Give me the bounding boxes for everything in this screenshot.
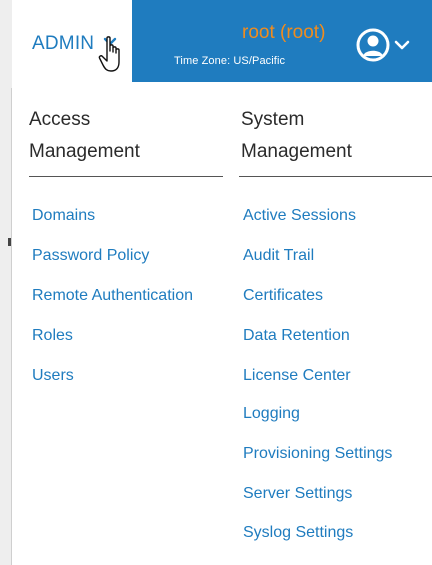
menu-item-data-retention[interactable]: Data Retention <box>243 326 350 346</box>
left-edge-marker <box>8 238 11 246</box>
access-heading-line1: Access <box>29 109 91 130</box>
access-management-heading: Access Management <box>29 104 140 168</box>
menu-item-domains[interactable]: Domains <box>32 206 95 226</box>
hand-cursor-icon <box>98 36 120 72</box>
menu-item-server-settings[interactable]: Server Settings <box>243 484 352 504</box>
user-name[interactable]: root (root) <box>242 22 325 44</box>
access-heading-rule <box>29 176 223 177</box>
menu-item-logging[interactable]: Logging <box>243 404 300 424</box>
admin-menu-label[interactable]: ADMIN <box>32 33 94 55</box>
menu-item-syslog-settings[interactable]: Syslog Settings <box>243 523 353 543</box>
menu-item-audit-trail[interactable]: Audit Trail <box>243 246 314 266</box>
menu-item-certificates[interactable]: Certificates <box>243 286 323 306</box>
system-heading-rule <box>239 176 432 177</box>
user-avatar-icon[interactable] <box>356 28 390 62</box>
menu-item-license-center[interactable]: License Center <box>243 366 351 386</box>
system-heading-line2: Management <box>241 141 352 162</box>
system-management-heading: System Management <box>241 104 352 168</box>
access-heading-line2: Management <box>29 141 140 162</box>
menu-item-roles[interactable]: Roles <box>32 326 73 346</box>
menu-item-users[interactable]: Users <box>32 366 74 386</box>
menu-item-provisioning-settings[interactable]: Provisioning Settings <box>243 444 392 464</box>
system-heading-line1: System <box>241 109 305 130</box>
menu-item-password-policy[interactable]: Password Policy <box>32 246 149 266</box>
menu-item-active-sessions[interactable]: Active Sessions <box>243 206 356 226</box>
timezone-label: Time Zone: US/Pacific <box>174 55 286 67</box>
menu-item-remote-authentication[interactable]: Remote Authentication <box>32 286 193 306</box>
user-menu-chevron-icon[interactable] <box>394 40 410 50</box>
